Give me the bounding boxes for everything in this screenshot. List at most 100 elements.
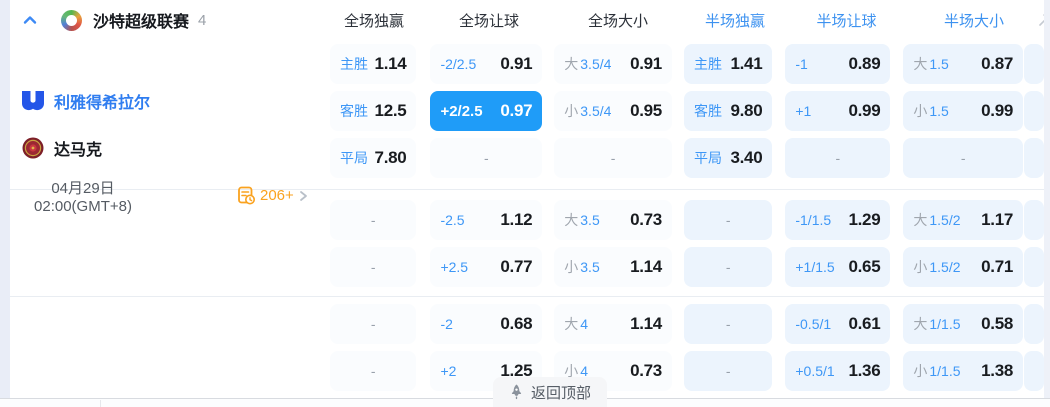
odds-value: 12.5	[374, 101, 407, 120]
odds-cell[interactable]: 主胜 1.14	[330, 44, 417, 84]
odds-line-group: 小 1/1.5	[913, 361, 960, 381]
odds-line-group: 客胜	[340, 101, 368, 121]
odds-cell[interactable]: -2/2.5 0.91	[430, 44, 543, 84]
partial-odds-cell[interactable]	[1024, 200, 1044, 240]
odds-cell[interactable]: 小 3.5/4 0.95	[554, 91, 672, 131]
odds-cell[interactable]: -	[430, 138, 543, 178]
odds-cell[interactable]: 平局 7.80	[330, 138, 417, 178]
odds-line: -2/2.5	[440, 56, 477, 72]
odds-cell[interactable]: -	[683, 200, 773, 240]
league-bar: 沙特超级联赛 4	[20, 0, 206, 40]
odds-cell[interactable]: -	[683, 304, 773, 344]
odds-cell[interactable]: -1 0.89	[785, 44, 891, 84]
away-team-name: 达马克	[54, 142, 103, 159]
odds-line: +0.5/1	[795, 363, 835, 379]
odds-cell[interactable]: +1/1.5 0.65	[785, 247, 891, 287]
odds-cell[interactable]: -	[330, 304, 417, 344]
page-right-gutter	[1044, 0, 1050, 398]
ou-prefix: 小	[564, 103, 579, 119]
odds-cell[interactable]: -1/1.5 1.29	[785, 200, 891, 240]
expand-icon[interactable]	[1038, 13, 1044, 32]
more-markets-link[interactable]: 206+	[237, 186, 309, 205]
away-team-row[interactable]: 达马克	[20, 136, 102, 160]
odds-cell[interactable]: 大 3.5 0.73	[554, 200, 672, 240]
home-team-row[interactable]: 利雅得希拉尔	[20, 89, 150, 113]
odds-cell[interactable]: -	[683, 247, 773, 287]
match-clock: 02:00(GMT+8)	[34, 198, 132, 215]
odds-cell[interactable]: 客胜 12.5	[330, 91, 417, 131]
league-odds-card: 沙特超级联赛 4 全场独赢 全场让球 全场大小 半场独赢 半场让球 半场大小 利雅得希拉尔	[10, 0, 1044, 398]
collapse-chevron-up-icon[interactable]	[20, 10, 40, 30]
ou-prefix: 小	[913, 259, 928, 275]
match-date: 04月29日	[51, 180, 115, 197]
league-logo-icon	[61, 9, 82, 31]
odds-cell[interactable]: 小 1.5/2 0.71	[903, 247, 1024, 287]
odds-cell[interactable]: -	[903, 138, 1024, 178]
no-odds-dash: -	[370, 316, 376, 332]
odds-value: 0.99	[981, 101, 1014, 120]
odds-cell[interactable]: -0.5/1 0.61	[785, 304, 891, 344]
no-odds-dash: -	[370, 363, 376, 379]
partial-odds-cell[interactable]	[1024, 351, 1044, 391]
odds-value: 0.65	[848, 257, 881, 276]
partial-odds-cell[interactable]	[1024, 138, 1044, 178]
odds-line-group: 平局	[340, 148, 368, 168]
odds-line: 1.5/2	[929, 212, 961, 228]
no-odds-dash: -	[370, 259, 376, 275]
partial-odds-cell[interactable]	[1024, 44, 1044, 84]
odds-cell[interactable]: -	[330, 247, 417, 287]
ou-prefix: 小	[564, 259, 579, 275]
odds-value: 3.40	[730, 148, 763, 167]
odds-line: +2.5	[440, 259, 469, 275]
odds-line-group: 主胜	[694, 54, 722, 74]
odds-line-group: 大 1.5/2	[913, 210, 960, 230]
odds-cell[interactable]: -	[683, 351, 773, 391]
odds-body: 利雅得希拉尔 达马克 04月29日 02:00(GMT+8) 206+ 主胜 1…	[10, 40, 1044, 391]
odds-line-group: -2	[440, 316, 452, 332]
odds-cell[interactable]: 大 4 1.14	[554, 304, 672, 344]
odds-value: 0.91	[500, 54, 533, 73]
odds-line-group: +2/2.5	[440, 103, 482, 120]
partial-odds-cell[interactable]	[1024, 304, 1044, 344]
odds-line: -2	[440, 316, 453, 332]
column-header: 全场让球	[458, 12, 519, 30]
odds-line-group: -2/2.5	[440, 56, 476, 72]
odds-cell[interactable]: 主胜 1.41	[683, 44, 773, 84]
odds-cell[interactable]: +2.5 0.77	[430, 247, 543, 287]
odds-line: 4	[580, 316, 589, 332]
odds-cell[interactable]: 小 1/1.5 1.38	[903, 351, 1024, 391]
odds-cell[interactable]: +0.5/1 1.36	[785, 351, 891, 391]
odds-line-group: 大 4	[564, 314, 588, 334]
odds-cell[interactable]: 客胜 9.80	[683, 91, 773, 131]
partial-odds-cell[interactable]	[1024, 91, 1044, 131]
odds-cell[interactable]: -	[330, 200, 417, 240]
odds-line: 主胜	[693, 56, 722, 72]
league-match-count: 4	[198, 11, 207, 29]
odds-cell[interactable]: 大 1.5/2 1.17	[903, 200, 1024, 240]
column-header: 半场让球	[816, 12, 877, 30]
back-to-top-button[interactable]: 返回顶部	[493, 377, 608, 407]
odds-cell[interactable]: 大 1.5 0.87	[903, 44, 1024, 84]
odds-cell[interactable]: 大 1/1.5 0.58	[903, 304, 1024, 344]
partial-odds-cell[interactable]	[1024, 247, 1044, 287]
odds-cell[interactable]: 平局 3.40	[683, 138, 773, 178]
odds-cell[interactable]: 小 3.5 1.14	[554, 247, 672, 287]
odds-line: +2/2.5	[440, 102, 483, 120]
odds-row: - -2 0.68 大 4 1.14 - -0.5/1 0.61 大 1/1.5…	[10, 304, 1044, 344]
odds-cell[interactable]: -2.5 1.12	[430, 200, 543, 240]
odds-cell[interactable]: +2/2.5 0.97	[430, 91, 543, 131]
odds-cell[interactable]: -	[330, 351, 417, 391]
odds-cell[interactable]: -2 0.68	[430, 304, 543, 344]
odds-cell[interactable]: +1 0.99	[785, 91, 891, 131]
odds-line-group: 大 3.5	[564, 210, 599, 230]
odds-cell[interactable]: 小 1.5 0.99	[903, 91, 1024, 131]
odds-cell[interactable]: 大 3.5/4 0.91	[554, 44, 672, 84]
odds-line: 3.5/4	[580, 103, 612, 119]
odds-line: -2.5	[440, 212, 465, 228]
odds-cell[interactable]: -	[785, 138, 891, 178]
odds-cell[interactable]: -	[554, 138, 672, 178]
odds-line-group: +1	[795, 103, 811, 119]
odds-line: 1/1.5	[929, 363, 961, 379]
league-name: 沙特超级联赛	[93, 14, 190, 31]
column-header: 全场独赢	[343, 12, 404, 30]
